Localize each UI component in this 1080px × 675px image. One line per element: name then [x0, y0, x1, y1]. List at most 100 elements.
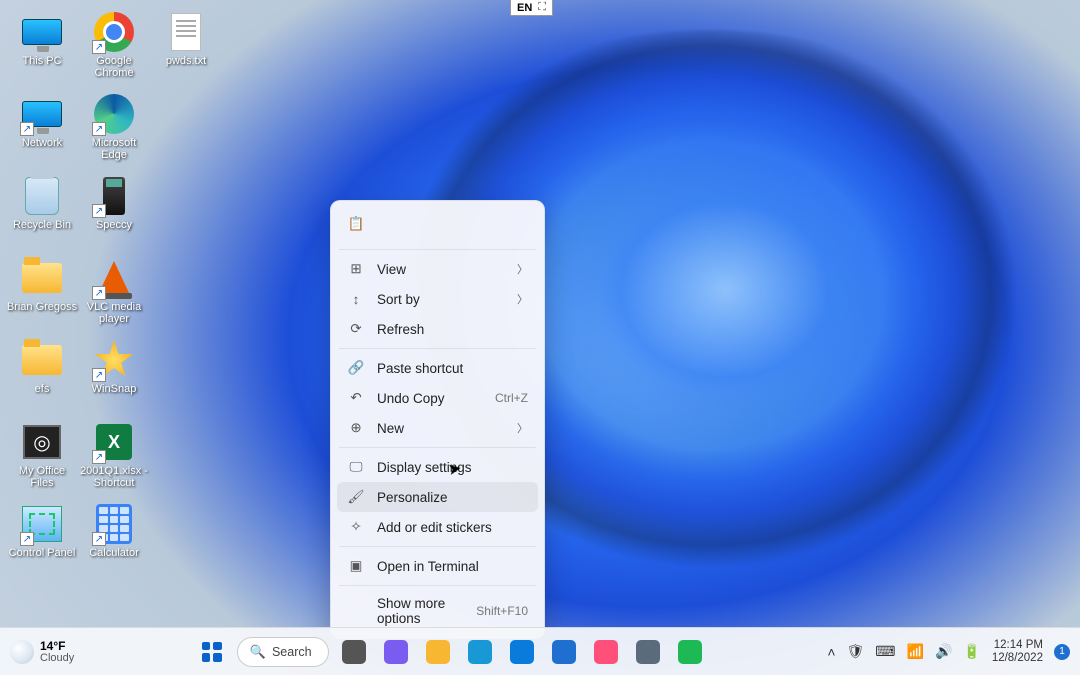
ctx-paste-shortcut[interactable]: 🔗 Paste shortcut — [337, 353, 538, 383]
terminal-icon: ▣ — [347, 557, 365, 575]
desktop-icon-efs[interactable]: efs — [6, 336, 78, 414]
pwds-txt-icon — [164, 10, 208, 54]
start-button[interactable] — [195, 635, 229, 669]
shortcut-overlay-icon: ↗ — [92, 204, 106, 218]
ctx-item-label: Refresh — [377, 322, 528, 337]
ctx-sort-by[interactable]: ↕ Sort by 〉 — [337, 284, 538, 314]
shortcut-overlay-icon: ↗ — [20, 122, 34, 136]
ctx-item-label: Personalize — [377, 490, 528, 505]
ctx-personalize[interactable]: 🖌 Personalize — [337, 482, 538, 512]
tray-battery-icon[interactable]: 🔋 — [963, 643, 980, 660]
taskbar-app-chat[interactable] — [379, 635, 413, 669]
network-icon: ↗ — [20, 92, 64, 136]
tray-overflow-button[interactable]: ˄ — [827, 644, 835, 660]
ctx-toolbar-paste[interactable]: 📋 — [343, 211, 369, 237]
photos-icon — [594, 640, 618, 664]
desktop-icon-excel-shortcut[interactable]: X↗ 2001Q1.xlsx - Shortcut — [78, 418, 150, 496]
taskbar-app-file-explorer[interactable] — [421, 635, 455, 669]
calculator-icon: ↗ — [92, 502, 136, 546]
desktop-icon-google-chrome[interactable]: ↗ Google Chrome — [78, 8, 150, 86]
ctx-open-terminal[interactable]: ▣ Open in Terminal — [337, 551, 538, 581]
ctx-item-label: Undo Copy — [377, 391, 483, 406]
desktop-icon-label: Network — [22, 137, 62, 149]
taskbar-app-store[interactable] — [505, 635, 539, 669]
brian-gregoss-icon — [20, 256, 64, 300]
ctx-new[interactable]: ⊕ New 〉 — [337, 413, 538, 443]
search-icon: 🔍 — [250, 644, 266, 660]
edge-icon — [468, 640, 492, 664]
desktop-icon-calculator[interactable]: ↗ Calculator — [78, 500, 150, 578]
desktop-icon-vlc[interactable]: ↗ VLC media player — [78, 254, 150, 332]
task-view-icon — [342, 640, 366, 664]
taskbar-app-photos[interactable] — [589, 635, 623, 669]
efs-icon — [20, 338, 64, 382]
ctx-display-settings[interactable]: 🖵 Display settings — [337, 452, 538, 482]
taskbar-app-edge[interactable] — [463, 635, 497, 669]
desktop-icon-microsoft-edge[interactable]: ↗ Microsoft Edge — [78, 90, 150, 168]
notification-badge[interactable]: 1 — [1054, 644, 1070, 660]
shortcut-overlay-icon: ↗ — [92, 40, 106, 54]
ctx-item-hint: Ctrl+Z — [495, 391, 528, 405]
language-code: EN — [517, 2, 532, 14]
ctx-refresh[interactable]: ⟳ Refresh — [337, 314, 538, 344]
shortcut-overlay-icon: ↗ — [92, 450, 106, 464]
weather-widget[interactable]: 14°F Cloudy — [10, 640, 74, 664]
desktop-icon-winsnap[interactable]: ↗ WinSnap — [78, 336, 150, 414]
ctx-item-label: Paste shortcut — [377, 361, 528, 376]
tray-volume-icon[interactable]: 🔊 — [935, 643, 952, 660]
ctx-item-hint: Shift+F10 — [476, 604, 528, 618]
desktop-icon-brian-gregoss[interactable]: Brian Gregoss — [6, 254, 78, 332]
desktop-icon-speccy[interactable]: ↗ Speccy — [78, 172, 150, 250]
clock-time: 12:14 PM — [994, 639, 1043, 652]
ctx-item-label: Sort by — [377, 292, 505, 307]
desktop-icon-network[interactable]: ↗ Network — [6, 90, 78, 168]
microsoft-edge-icon: ↗ — [92, 92, 136, 136]
taskbar-search[interactable]: 🔍Search — [237, 637, 329, 667]
desktop-icon-control-panel[interactable]: ↗ Control Panel — [6, 500, 78, 578]
taskbar-clock[interactable]: 12:14 PM 12/8/2022 — [992, 639, 1043, 665]
desktop-icon-label: Microsoft Edge — [78, 137, 150, 161]
desktop-icon-label: 2001Q1.xlsx - Shortcut — [78, 465, 150, 489]
speccy-icon: ↗ — [92, 174, 136, 218]
this-pc-icon — [20, 10, 64, 54]
tray-wifi-icon[interactable]: 📶 — [907, 643, 924, 660]
shortcut-overlay-icon: ↗ — [20, 532, 34, 546]
desktop-icon-recycle-bin[interactable]: Recycle Bin — [6, 172, 78, 250]
desktop-icon-label: VLC media player — [78, 301, 150, 325]
shortcut-overlay-icon: ↗ — [92, 532, 106, 546]
desktop-icon-label: My Office Files — [6, 465, 78, 489]
taskbar-app-settings[interactable] — [631, 635, 665, 669]
desktop-icon-pwds-txt[interactable]: pwds.txt — [150, 8, 222, 86]
taskbar: 14°F Cloudy 🔍Search ˄ 🛡 ⌨ 📶 🔊 🔋 12:14 PM 12/8… — [0, 627, 1080, 675]
language-indicator[interactable]: EN ⛶ — [510, 0, 553, 16]
taskbar-app-task-view[interactable] — [337, 635, 371, 669]
taskbar-right-tray: ˄ 🛡 ⌨ 📶 🔊 🔋 12:14 PM 12/8/2022 1 — [827, 639, 1070, 665]
ctx-item-label: View — [377, 262, 505, 277]
chevron-right-icon: 〉 — [517, 261, 528, 277]
ctx-item-label: Show more options — [377, 596, 464, 626]
tray-keyboard-icon[interactable]: ⌨ — [875, 643, 895, 660]
plus-icon: ⊕ — [347, 419, 365, 437]
clock-date: 12/8/2022 — [992, 652, 1043, 665]
sort-icon: ↕ — [347, 290, 365, 308]
expand-icon: ⛶ — [538, 1, 546, 14]
settings-icon — [636, 640, 660, 664]
ctx-show-more[interactable]: �⵫ Show more options Shift+F10 — [337, 590, 538, 632]
ctx-undo-copy[interactable]: ↶ Undo Copy Ctrl+Z — [337, 383, 538, 413]
sticker-icon: ✧ — [347, 518, 365, 536]
ctx-stickers[interactable]: ✧ Add or edit stickers — [337, 512, 538, 542]
desktop-context-menu: 📋 ⊞ View 〉 ↕ Sort by 〉 ⟳ Refresh 🔗 Paste… — [330, 200, 545, 639]
ctx-view[interactable]: ⊞ View 〉 — [337, 254, 538, 284]
taskbar-app-mail[interactable] — [547, 635, 581, 669]
ctx-item-label: New — [377, 421, 505, 436]
tray-security-icon[interactable]: 🛡 — [847, 643, 865, 660]
weather-temp: 14°F — [40, 640, 74, 652]
shortcut-overlay-icon: ↗ — [92, 286, 106, 300]
desktop-icon-my-office-files[interactable]: ◎ My Office Files — [6, 418, 78, 496]
desktop-icon-grid: This PC↗ Google Chrome pwds.txt↗ Network… — [6, 8, 266, 578]
refresh-icon: ⟳ — [347, 320, 365, 338]
taskbar-app-spotify[interactable] — [673, 635, 707, 669]
store-icon — [510, 640, 534, 664]
desktop-icon-this-pc[interactable]: This PC — [6, 8, 78, 86]
desktop-icon-label: Google Chrome — [78, 55, 150, 79]
